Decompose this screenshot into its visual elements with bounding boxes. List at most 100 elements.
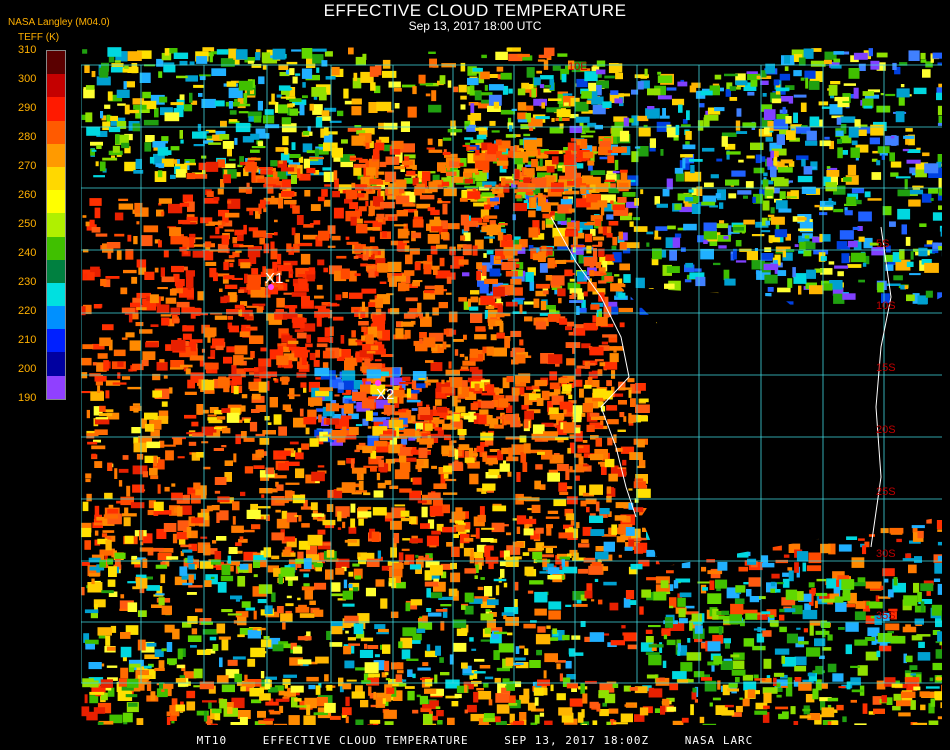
color-scale-label: 240 [18, 247, 37, 259]
cloud-pixel [505, 301, 518, 307]
cloud-pixel [664, 283, 675, 289]
cloud-pixel [815, 592, 828, 597]
cloud-pixel [836, 117, 842, 125]
cloud-pixel [365, 587, 376, 597]
cloud-pixel [100, 111, 104, 119]
cloud-pixel [237, 634, 245, 638]
cloud-pixel [217, 159, 226, 168]
cloud-pixel [677, 643, 681, 652]
cloud-pixel [184, 391, 197, 395]
cloud-pixel [424, 290, 435, 294]
cloud-pixel [283, 674, 297, 678]
cloud-pixel [908, 189, 924, 195]
cloud-pixel [476, 262, 483, 269]
cloud-pixel [438, 302, 448, 309]
cloud-pixel [227, 198, 241, 209]
cloud-pixel [723, 638, 731, 644]
cloud-pixel [143, 119, 159, 126]
cloud-pixel [600, 272, 607, 276]
cloud-pixel [342, 521, 346, 529]
cloud-pixel [358, 506, 372, 510]
cloud-pixel [133, 104, 147, 110]
cloud-pixel [609, 346, 624, 351]
cloud-pixel [467, 146, 477, 150]
cloud-pixel [623, 117, 629, 127]
cloud-pixel [633, 481, 646, 489]
cloud-pixel [165, 450, 174, 461]
cloud-pixel [747, 558, 757, 565]
cloud-pixel [295, 468, 305, 479]
cloud-pixel [858, 211, 872, 222]
cloud-pixel [562, 93, 573, 96]
cloud-pixel [714, 74, 722, 80]
cloud-pixel [780, 159, 793, 164]
cloud-pixel [753, 167, 765, 174]
cloud-pixel [82, 49, 88, 54]
cloud-pixel [240, 405, 246, 412]
cloud-pixel [235, 250, 242, 253]
cloud-pixel [554, 212, 566, 221]
cloud-pixel [397, 228, 409, 239]
cloud-pixel [426, 644, 431, 652]
cloud-pixel [316, 316, 322, 327]
cloud-pixel [120, 287, 128, 295]
cloud-pixel [595, 501, 600, 512]
cloud-pixel [214, 315, 227, 320]
cloud-pixel [345, 189, 358, 200]
cloud-pixel [543, 290, 549, 295]
cloud-pixel [592, 248, 598, 259]
cloud-pixel [470, 403, 479, 411]
cloud-pixel [936, 520, 942, 530]
cloud-pixel [519, 339, 524, 346]
cloud-pixel [528, 210, 536, 218]
cloud-pixel [311, 471, 325, 482]
cloud-pixel [281, 123, 297, 133]
cloud-pixel [773, 79, 780, 86]
cloud-pixel [586, 506, 590, 513]
cloud-pixel [930, 198, 934, 201]
cloud-pixel [89, 198, 102, 206]
cloud-pixel [495, 139, 502, 146]
cloud-pixel [301, 586, 315, 591]
cloud-pixel [547, 314, 561, 322]
cloud-pixel [455, 520, 464, 524]
cloud-pixel [122, 455, 129, 460]
cloud-pixel [112, 145, 120, 153]
cloud-pixel [369, 236, 375, 243]
cloud-pixel [911, 525, 925, 529]
cloud-pixel [202, 629, 218, 635]
cloud-pixel [746, 589, 752, 597]
cloud-pixel [889, 221, 896, 227]
cloud-pixel [105, 540, 112, 551]
cloud-pixel [518, 645, 525, 649]
cloud-pixel [135, 578, 148, 589]
cloud-pixel [485, 305, 495, 310]
cloud-pixel [938, 177, 942, 188]
cloud-pixel [806, 130, 817, 141]
cloud-pixel [559, 491, 569, 495]
cloud-pixel [321, 189, 328, 197]
cloud-pixel [305, 427, 310, 435]
cloud-pixel [548, 354, 563, 364]
cloud-pixel [512, 541, 524, 548]
cloud-pixel [239, 563, 249, 570]
cloud-pixel [559, 673, 563, 682]
cloud-pixel [905, 236, 911, 246]
cloud-pixel [286, 512, 298, 523]
cloud-pixel [209, 52, 213, 63]
cloud-pixel [746, 251, 758, 261]
cloud-pixel [898, 97, 905, 106]
cloud-pixel [435, 645, 441, 656]
cloud-pixel [374, 624, 386, 630]
cloud-pixel [517, 102, 527, 111]
cloud-pixel [350, 458, 355, 469]
cloud-pixel [303, 573, 309, 578]
cloud-pixel [297, 551, 304, 560]
cloud-pixel [480, 400, 495, 409]
cloud-pixel [847, 164, 857, 176]
cloud-pixel [105, 276, 120, 279]
cloud-pixel [608, 63, 619, 74]
cloud-pixel [482, 346, 488, 354]
cloud-pixel [558, 482, 568, 492]
cloud-pixel [377, 482, 386, 489]
